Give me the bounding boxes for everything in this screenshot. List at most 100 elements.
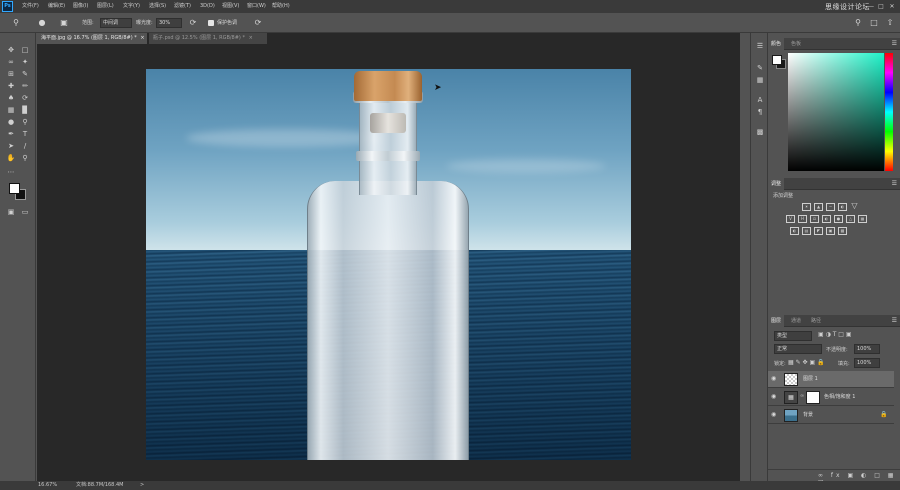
zoom-level[interactable]: 16.67% [38,481,57,490]
menu-help[interactable]: 帮助(H) [272,0,290,13]
blur-tool-icon[interactable]: ● [4,117,18,128]
layer-name[interactable]: 图层 1 [803,371,818,388]
foreground-color-swatch[interactable] [9,183,20,194]
quick-mask-icon[interactable]: ▣ [4,207,18,218]
brush-panel-icon[interactable]: ▣ [58,17,70,29]
brush-preset-icon[interactable]: ● [36,17,48,29]
hand-tool-icon[interactable]: ✋ [4,153,18,164]
panel-menu-icon[interactable]: ☰ [892,315,897,327]
visibility-eye-icon[interactable]: ◉ [771,375,779,383]
layer-filter-icons[interactable]: ▣ ◑ T □ ▣ [818,331,852,338]
properties-icon[interactable]: ▩ [754,127,766,138]
levels-icon[interactable]: ▲ [814,203,823,211]
pen-tool-icon[interactable]: ✒ [4,129,18,140]
magic-wand-icon[interactable]: ✦ [18,57,32,68]
vibrance-icon[interactable]: V [786,215,795,223]
lock-icons[interactable]: ▦ ✎ ✥ ▣ 🔒 [788,359,825,366]
posterize-icon[interactable]: ▤ [802,227,811,235]
character-icon[interactable]: A [754,95,766,106]
blend-mode-select[interactable]: 正常 [774,344,822,354]
brush-tool-icon[interactable]: ✏ [18,81,32,92]
layer-filter-select[interactable]: 类型 [774,331,812,341]
layer-mask-thumbnail[interactable] [806,391,820,404]
tab-document-sea[interactable]: 海平面.jpg @ 16.7% (图层 1, RGB/8#) * × [37,33,147,44]
photo-filter-icon[interactable]: ● [834,215,843,223]
line-tool-icon[interactable]: / [18,141,32,152]
pressure-icon[interactable]: ⟳ [252,17,264,29]
tab-adjustments[interactable]: 调整 [768,178,785,190]
clone-stamp-icon[interactable]: ♠ [4,93,18,104]
close-tab-icon[interactable]: × [140,35,144,41]
menu-layer[interactable]: 图层(L) [97,0,114,13]
path-select-icon[interactable]: ➤ [4,141,18,152]
tab-channels[interactable]: 通道 [788,315,804,327]
threshold-icon[interactable]: ◤ [814,227,823,235]
brightness-icon[interactable]: ☀ [802,203,811,211]
exposure-icon[interactable]: ◐ [838,203,847,211]
search-icon[interactable]: ⚲ [852,17,864,29]
zoom-tool-icon[interactable]: ⚲ [18,153,32,164]
menu-image[interactable]: 图像(I) [73,0,88,13]
marquee-tool-icon[interactable]: □ [18,45,32,56]
menu-3d[interactable]: 3D(D) [200,0,215,13]
screen-mode-icon[interactable]: ▭ [18,207,32,218]
more-tools-icon[interactable]: ⋯ [4,167,18,178]
color-balance-icon[interactable]: ⚖ [810,215,819,223]
menu-edit[interactable]: 编辑(E) [48,0,65,13]
fill-input[interactable]: 100% [854,358,880,368]
black-white-icon[interactable]: ◐ [822,215,831,223]
close-tab-icon[interactable]: × [249,35,253,41]
panel-menu-icon[interactable]: ☰ [892,178,897,190]
tab-color[interactable]: 颜色 [768,38,785,50]
eraser-icon[interactable]: ▦ [4,105,18,116]
exposure-input[interactable]: 30% [156,18,182,28]
canvas-image[interactable] [146,69,631,460]
visibility-eye-icon[interactable]: ◉ [771,393,779,401]
layer-row[interactable]: ◉ ▦ ∞ 色相/饱和度 1 [768,389,894,406]
selective-color-icon[interactable]: ▣ [826,227,835,235]
tab-layers[interactable]: 图层 [768,315,785,327]
healing-brush-icon[interactable]: ✚ [4,81,18,92]
range-select[interactable]: 中间调 [100,18,132,28]
history-brush-icon[interactable]: ⟳ [18,93,32,104]
layer-row[interactable]: ◉ 图层 1 [768,371,894,388]
gradient-icon[interactable]: ▉ [18,105,32,116]
menu-type[interactable]: 文字(Y) [123,0,140,13]
menu-filter[interactable]: 滤镜(T) [174,0,191,13]
lasso-tool-icon[interactable]: ∞ [4,57,18,68]
channel-mixer-icon[interactable]: △ [846,215,855,223]
tab-document-bottle[interactable]: 瓶子.psd @ 12.5% (图层 1, RGB/8#) * × [149,33,267,44]
maximize-button[interactable]: □ [876,0,886,13]
menu-window[interactable]: 窗口(W) [247,0,266,13]
color-lookup-icon[interactable]: ▦ [858,215,867,223]
layer-name[interactable]: 色相/饱和度 1 [824,389,855,406]
eyedropper-icon[interactable]: ✎ [18,69,32,80]
crop-tool-icon[interactable]: ⊞ [4,69,18,80]
dodge-tool-icon[interactable]: ⚲ [10,17,22,29]
curves-icon[interactable]: ∽ [826,203,835,211]
tab-paths[interactable]: 路径 [808,315,824,327]
menu-select[interactable]: 选择(S) [149,0,166,13]
close-window-button[interactable]: ✕ [887,0,897,13]
menu-view[interactable]: 视图(V) [222,0,239,13]
hue-saturation-icon[interactable]: H [798,215,807,223]
hue-slider[interactable] [885,53,893,171]
type-tool-icon[interactable]: T [18,129,32,140]
brush-presets-icon[interactable]: ▦ [754,75,766,86]
tab-swatches[interactable]: 色板 [788,38,804,50]
layer-row[interactable]: ◉ 背景 🔒 [768,407,894,424]
menu-file[interactable]: 文件(F) [22,0,39,13]
status-menu-arrow[interactable]: > [140,481,144,490]
visibility-eye-icon[interactable]: ◉ [771,411,779,419]
color-picker-field[interactable] [788,53,884,171]
move-tool-icon[interactable]: ✥ [4,45,18,56]
gradient-map-icon[interactable]: ▩ [838,227,847,235]
paragraph-icon[interactable]: ¶ [754,107,766,118]
foreground-color-swatch[interactable] [772,55,782,65]
share-icon[interactable]: ⇧ [884,17,896,29]
panel-menu-icon[interactable]: ☰ [892,38,897,50]
protect-tones-checkbox[interactable] [208,20,214,26]
dodge-tool-icon[interactable]: ⚲ [18,117,32,128]
workspace-icon[interactable]: □ [868,17,880,29]
layer-name[interactable]: 背景 [803,407,813,424]
